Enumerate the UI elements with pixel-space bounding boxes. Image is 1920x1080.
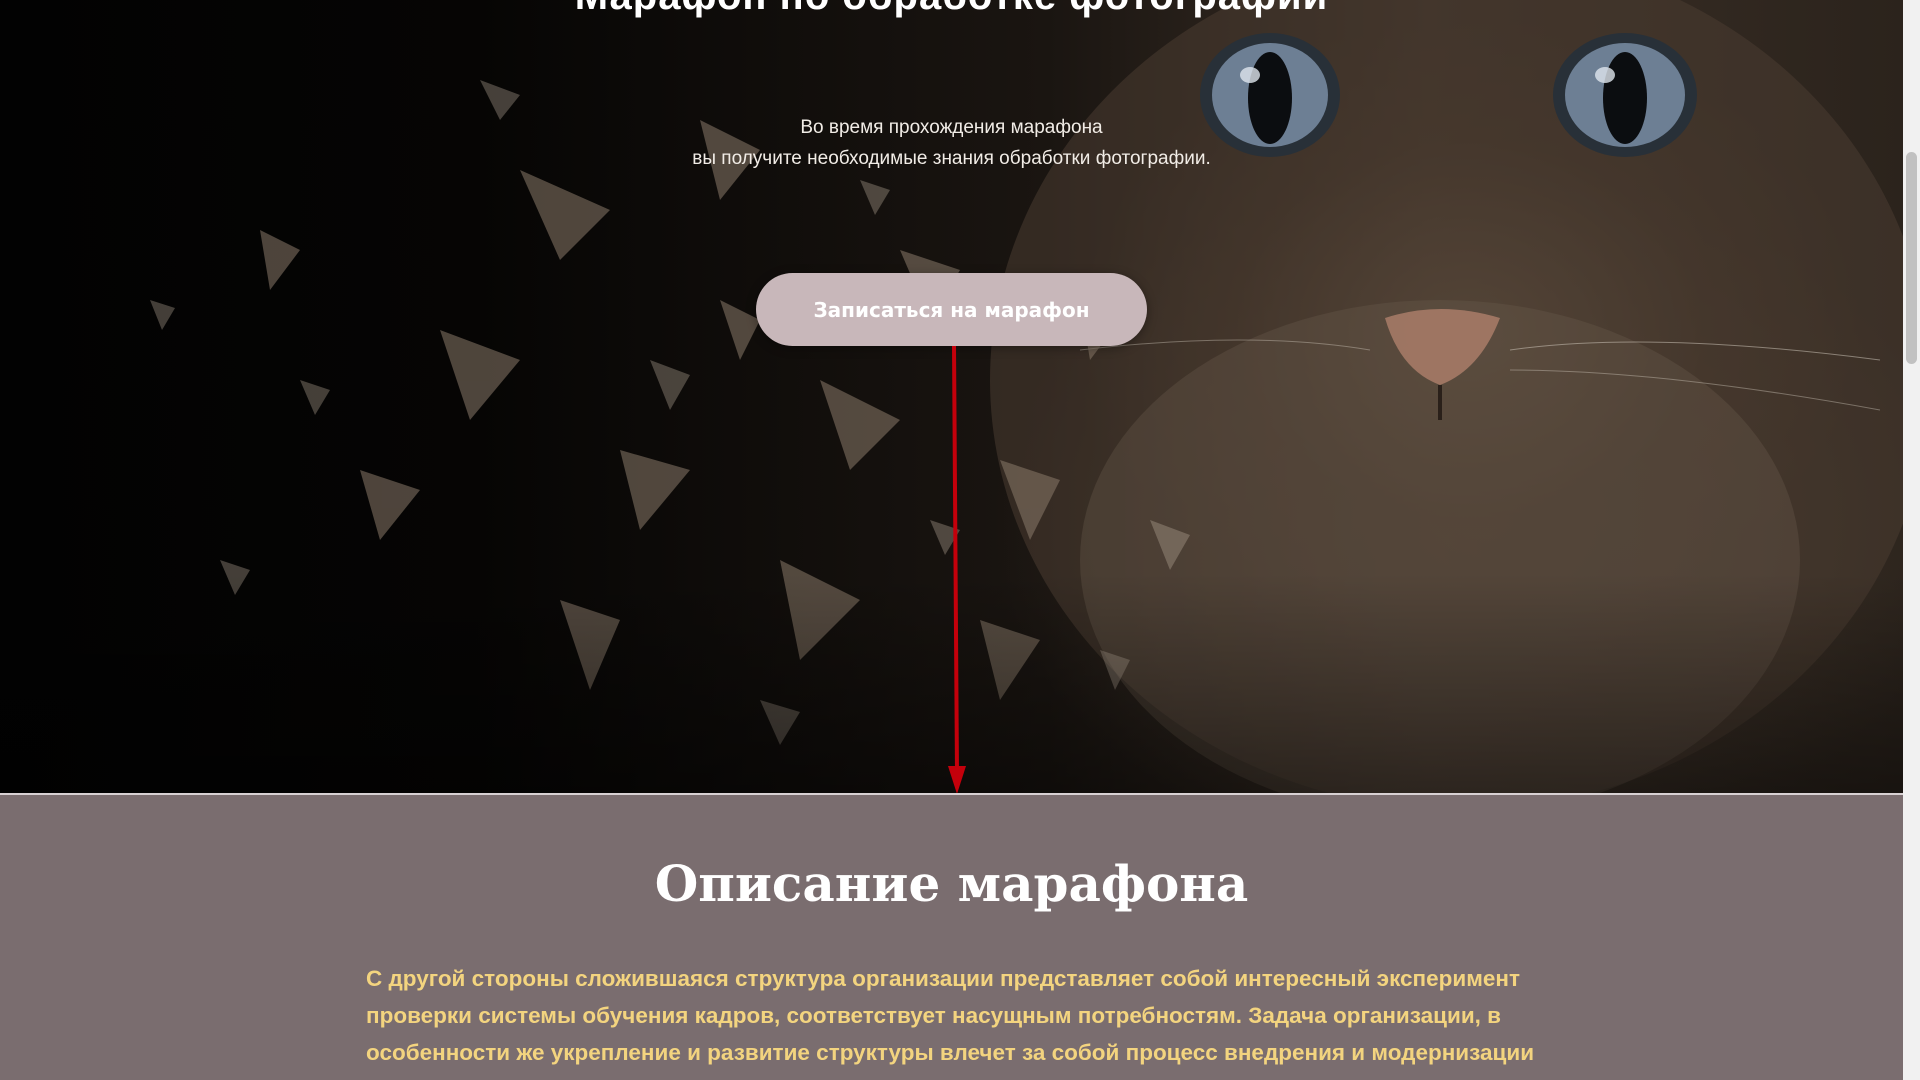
hero-title: Марафон по обработке фотографии bbox=[0, 0, 1903, 19]
hero-subtitle: Во время прохождения марафона вы получит… bbox=[0, 112, 1903, 174]
down-arrow-icon bbox=[948, 346, 966, 793]
signup-marathon-button[interactable]: Записаться на марафон bbox=[756, 273, 1147, 346]
hero-subtitle-line-1: Во время прохождения марафона bbox=[800, 117, 1103, 138]
scrollbar-thumb[interactable] bbox=[1906, 152, 1917, 364]
hero-subtitle-line-2: вы получите необходимые знания обработки… bbox=[692, 148, 1211, 169]
description-text: С другой стороны сложившаяся структура о… bbox=[366, 966, 1535, 1080]
description-title: Описание марафона bbox=[654, 854, 1249, 913]
description-section: Описание марафона С другой стороны сложи… bbox=[0, 795, 1903, 1080]
hero-section: Марафон по обработке фотографии Во время… bbox=[0, 0, 1903, 793]
page: Марафон по обработке фотографии Во время… bbox=[0, 0, 1903, 1080]
page-scrollbar[interactable] bbox=[1903, 0, 1920, 1080]
